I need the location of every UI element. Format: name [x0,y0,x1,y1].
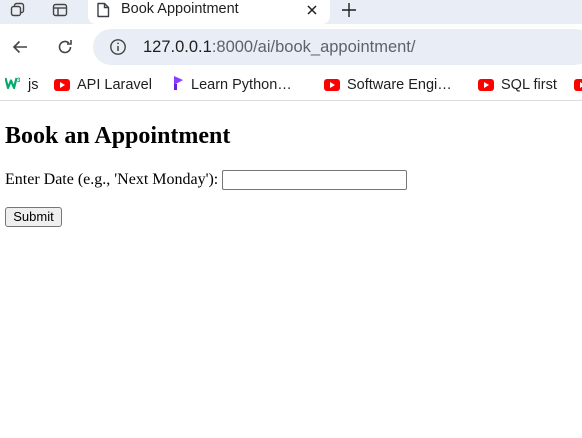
back-button[interactable] [8,35,32,59]
url-host: 127.0.0.1 [143,38,212,56]
youtube-icon [324,79,340,91]
info-icon[interactable] [109,38,127,56]
reload-button[interactable] [53,35,77,59]
bookmark-label: API Laravel [77,77,152,93]
w3schools-icon: 3 [4,76,21,95]
tab-groups-icon[interactable] [6,0,30,20]
bookmark-software-engi[interactable]: Software Engi… [324,75,452,95]
youtube-icon [478,79,494,91]
date-input[interactable] [222,170,407,190]
bookmarks-bar: 3 js API Laravel Learn Python… Software … [0,70,582,100]
page-content: Book an Appointment Enter Date (e.g., 'N… [0,101,582,438]
youtube-icon [574,79,582,91]
bookmark-api-laravel[interactable]: API Laravel [54,75,152,95]
date-label: Enter Date (e.g., 'Next Monday'): [5,171,219,188]
document-icon [96,2,110,18]
url-path: :8000/ai/book_appointment/ [211,38,416,56]
vertical-tabs-icon[interactable] [48,0,72,20]
bookmark-sql-first[interactable]: SQL first [478,75,557,95]
tab-book-appointment[interactable]: Book Appointment [88,0,330,24]
submit-button[interactable]: Submit [5,207,62,227]
address-bar[interactable]: 127.0.0.1:8000/ai/book_appointment/ [93,29,582,65]
bookmark-js[interactable]: 3 js [4,75,39,95]
bookmark-label: js [28,77,39,93]
bookmark-learn-python[interactable]: Learn Python… [173,75,292,95]
pycharm-icon [173,75,184,96]
svg-text:3: 3 [17,78,21,84]
bookmark-label: Learn Python… [191,77,292,93]
page-title: Book an Appointment [5,123,231,149]
bookmark-label: SQL first [501,77,557,93]
youtube-icon [54,79,70,91]
close-tab-icon[interactable] [304,2,320,18]
new-tab-button[interactable] [338,0,360,20]
bookmark-label: Software Engi… [347,77,452,93]
tab-strip: Book Appointment [0,0,582,24]
url-text: 127.0.0.1:8000/ai/book_appointment/ [143,37,415,57]
toolbar: 127.0.0.1:8000/ai/book_appointment/ [0,24,582,70]
bookmark-overflow[interactable] [574,75,582,95]
tab-title: Book Appointment [121,1,239,17]
